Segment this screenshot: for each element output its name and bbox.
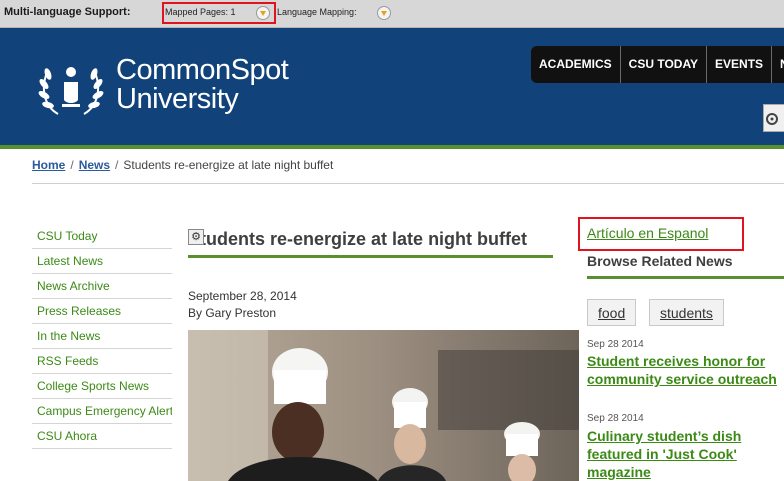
article-title: Students re-energize at late night buffe… [188,229,528,249]
language-mapping-label: Language Mapping: [277,7,357,17]
related-news-link[interactable]: Culinary student’s dish featured in 'Jus… [587,427,784,481]
nav-events[interactable]: EVENTS [707,46,773,83]
breadcrumb-separator: / [115,158,119,172]
gear-icon [766,113,778,125]
sidebar-item-news-archive[interactable]: News Archive [32,274,172,299]
nav-more[interactable]: NE [772,46,784,83]
nav-academics[interactable]: ACADEMICS [531,46,621,83]
university-wordmark[interactable]: CommonSpot University [116,54,289,115]
related-news-underline [587,276,784,279]
breadcrumb-news-link[interactable]: News [79,158,110,172]
university-seal-icon [38,67,104,115]
sidebar-item-college-sports-news[interactable]: College Sports News [32,374,172,399]
tag-food[interactable]: food [587,299,637,326]
multi-language-toolbar: Multi-language Support: Mapped Pages: 1 … [0,0,784,28]
logo-line-1: CommonSpot [116,54,289,86]
sidebar-item-rss-feeds[interactable]: RSS Feeds [32,349,172,374]
sidebar-item-press-releases[interactable]: Press Releases [32,299,172,324]
nav-csu-today[interactable]: CSU TODAY [621,46,708,83]
sidebar-item-in-the-news[interactable]: In the News [32,324,172,349]
edit-gear-icon[interactable]: ⚙ [188,229,204,245]
article-date: September 28, 2014 [188,289,297,303]
multi-language-title: Multi-language Support: [4,6,131,18]
related-news-heading: Browse Related News [587,253,733,269]
sidebar-item-latest-news[interactable]: Latest News [32,249,172,274]
spanish-article-link[interactable]: Artículo en Espanol [587,225,708,241]
article-title-underline [188,255,553,258]
breadcrumb-current: Students re-energize at late night buffe… [123,158,334,172]
article-byline: By Gary Preston [188,306,277,320]
sidebar-item-csu-today[interactable]: CSU Today [32,224,172,249]
language-mapping-dropdown-icon[interactable] [377,6,391,20]
sidebar-nav: CSU Today Latest News News Archive Press… [32,224,172,449]
main-navigation: ACADEMICS CSU TODAY EVENTS NE [531,46,784,83]
tag-students[interactable]: students [649,299,724,326]
logo-line-2: University [116,83,239,115]
mapped-pages-label: Mapped Pages: 1 [165,7,236,17]
header-accent-stripe [0,145,784,149]
edit-widget[interactable] [763,104,784,132]
article-photo [188,330,579,481]
related-news-date: Sep 28 2014 [587,339,644,350]
sidebar-item-campus-emergency-alerts[interactable]: Campus Emergency Alerts [32,399,172,424]
mapped-pages-dropdown-icon[interactable] [256,6,270,20]
breadcrumb: Home / News / Students re-energize at late n… [32,158,333,172]
related-news-link[interactable]: Student receives honor for community ser… [587,352,784,388]
sidebar-item-csu-ahora[interactable]: CSU Ahora [32,424,172,449]
breadcrumb-divider [32,183,784,184]
related-news-date: Sep 28 2014 [587,413,644,424]
breadcrumb-home-link[interactable]: Home [32,158,65,172]
breadcrumb-separator: / [70,158,74,172]
